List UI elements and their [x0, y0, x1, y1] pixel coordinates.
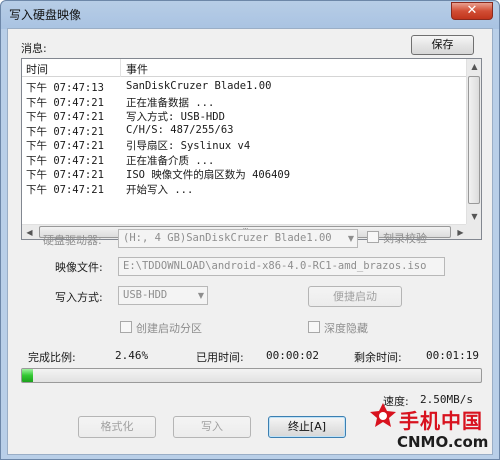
log-rows: 下午 07:47:13 SanDiskCruzer Blade1.00 下午 07… [22, 80, 468, 196]
log-event: 开始写入 ... [126, 183, 194, 196]
log-row[interactable]: 下午 07:47:21 引导扇区: Syslinux v4 [22, 138, 468, 153]
log-time: 下午 07:47:21 [26, 183, 104, 196]
progress-fill [22, 369, 34, 382]
log-event: 引导扇区: Syslinux v4 [126, 140, 251, 152]
log-time: 下午 07:47:21 [26, 169, 104, 181]
elapsed-label: 已用时间: [196, 351, 244, 364]
create-boot-partition-checkbox[interactable] [120, 321, 132, 333]
completion-label: 完成比例: [28, 351, 76, 364]
column-event[interactable]: 事件 [126, 61, 148, 77]
log-event: SanDiskCruzer Blade1.00 [126, 80, 272, 92]
log-row[interactable]: 下午 07:47:21 开始写入 ... [22, 182, 468, 197]
log-row[interactable]: 下午 07:47:21 正在准备数据 ... [22, 95, 468, 110]
log-event: 正在准备介质 ... [126, 154, 215, 167]
vertical-scroll-thumb[interactable] [468, 76, 480, 204]
cnmo-watermark: 手机中国 CNMO.com [367, 397, 493, 457]
stop-button[interactable]: 终止[A] [268, 416, 346, 438]
verify-label: 刻录校验 [383, 232, 427, 245]
drive-select[interactable]: (H:, 4 GB)SanDiskCruzer Blade1.00 ▼ [118, 229, 358, 248]
column-divider[interactable] [120, 59, 121, 77]
log-event: ISO 映像文件的扇区数为 406409 [126, 169, 291, 181]
chevron-down-icon: ▼ [347, 234, 354, 243]
quick-boot-button[interactable]: 便捷启动 [308, 286, 402, 307]
log-row[interactable]: 下午 07:47:21 写入方式: USB-HDD [22, 109, 468, 124]
log-row[interactable]: 下午 07:47:21 正在准备介质 ... [22, 153, 468, 168]
remaining-label: 剩余时间: [354, 351, 402, 364]
watermark-text: 手机中国 [399, 409, 483, 433]
log-row[interactable]: 下午 07:47:13 SanDiskCruzer Blade1.00 [22, 80, 468, 95]
drive-select-value: (H:, 4 GB)SanDiskCruzer Blade1.00 [123, 232, 332, 244]
dialog-body: 消息: 保存 时间 事件 下午 07:47:13 SanDiskCruzer Bl… [7, 28, 493, 455]
scroll-up-icon[interactable]: ▲ [467, 59, 481, 74]
create-boot-partition-label: 创建启动分区 [136, 322, 202, 335]
column-time[interactable]: 时间 [26, 61, 48, 77]
image-file-value: E:\TDDOWNLOAD\android-x86-4.0-RC1-amd_br… [123, 260, 427, 272]
scroll-left-icon[interactable]: ◀ [22, 225, 37, 239]
log-row[interactable]: 下午 07:47:21 C/H/S: 487/255/63 [22, 124, 468, 139]
write-mode-label: 写入方式: [55, 291, 103, 304]
elapsed-value: 00:00:02 [266, 349, 319, 362]
title-bar[interactable]: 写入硬盘映像 ✕ [1, 1, 499, 25]
write-mode-value: USB-HDD [123, 289, 168, 301]
watermark-domain: CNMO.com [397, 433, 489, 451]
log-row[interactable]: 下午 07:47:21 ISO 映像文件的扇区数为 406409 [22, 167, 468, 182]
log-time: 下午 07:47:21 [26, 140, 104, 152]
format-button[interactable]: 格式化 [78, 416, 156, 438]
log-time: 下午 07:47:13 [26, 82, 104, 94]
log-header: 时间 事件 [22, 59, 468, 77]
chevron-down-icon: ▼ [197, 291, 204, 300]
image-file-label: 映像文件: [55, 261, 103, 274]
log-time: 下午 07:47:21 [26, 154, 104, 167]
messages-label: 消息: [21, 42, 47, 55]
log-time: 下午 07:47:21 [26, 111, 104, 123]
write-disk-image-window: 写入硬盘映像 ✕ 消息: 保存 时间 事件 下午 07:47:13 SanDisk… [0, 0, 500, 460]
log-event: 写入方式: USB-HDD [126, 111, 225, 123]
write-button[interactable]: 写入 [173, 416, 251, 438]
log-event: 正在准备数据 ... [126, 96, 215, 109]
save-button[interactable]: 保存 [411, 35, 474, 55]
close-button[interactable]: ✕ [451, 2, 493, 20]
message-log[interactable]: 时间 事件 下午 07:47:13 SanDiskCruzer Blade1.00… [21, 58, 482, 240]
cnmo-logo-icon [370, 403, 396, 427]
log-time: 下午 07:47:21 [26, 125, 104, 138]
remaining-value: 00:01:19 [426, 349, 479, 362]
image-file-field[interactable]: E:\TDDOWNLOAD\android-x86-4.0-RC1-amd_br… [118, 257, 445, 276]
hidden-label: 深度隐藏 [324, 322, 368, 335]
hidden-checkbox[interactable] [308, 321, 320, 333]
log-time: 下午 07:47:21 [26, 96, 104, 109]
scroll-corner [466, 224, 481, 239]
verify-checkbox[interactable] [367, 231, 379, 243]
scroll-down-icon[interactable]: ▼ [467, 209, 481, 224]
log-event: C/H/S: 487/255/63 [126, 123, 234, 136]
write-mode-select[interactable]: USB-HDD ▼ [118, 286, 208, 305]
drive-label: 硬盘驱动器: [43, 234, 102, 247]
completion-value: 2.46% [115, 349, 149, 362]
window-title: 写入硬盘映像 [9, 8, 82, 22]
write-progress-bar [21, 368, 482, 383]
close-icon: ✕ [466, 3, 478, 18]
vertical-scrollbar[interactable]: ▲ ▼ [466, 59, 481, 224]
